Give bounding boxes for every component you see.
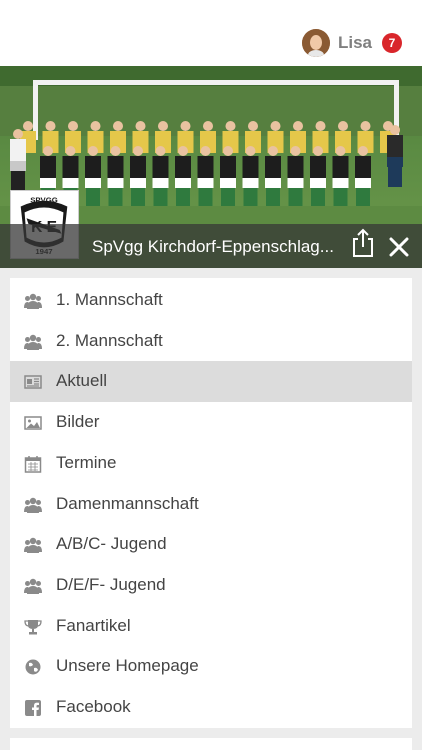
menu-item-termine[interactable]: Termine (10, 443, 412, 484)
team-icon (24, 292, 42, 310)
logo-top-text: SPVGG (30, 196, 58, 205)
top-bar: Lisa 7 (0, 0, 422, 66)
menu-item-label: A/B/C- Jugend (56, 534, 167, 554)
user-profile[interactable]: Lisa 7 (301, 29, 402, 57)
menu-item-label: Aktuell (56, 371, 108, 391)
menu-item-damenmannschaft[interactable]: Damenmannschaft (10, 484, 412, 525)
menu-item-unsere-homepage[interactable]: Unsere Homepage (10, 646, 412, 687)
avatar[interactable] (301, 29, 330, 57)
menu-footer (10, 738, 412, 750)
menu-item-2-mannschaft[interactable]: 2. Mannschaft (10, 321, 412, 362)
menu-item-bilder[interactable]: Bilder (10, 402, 412, 443)
team-photo-header: SPVGG K E 1947 SpVgg Kirchdorf-Eppenschl… (0, 66, 422, 268)
team-icon (24, 496, 42, 514)
globe-icon (24, 658, 42, 676)
team-icon (24, 333, 42, 351)
menu-item-1-mannschaft[interactable]: 1. Mannschaft (10, 280, 412, 321)
facebook-icon (24, 699, 42, 717)
image-icon (24, 414, 42, 432)
menu-item-label: 2. Mannschaft (56, 330, 163, 350)
menu-item-d-e-f-jugend[interactable]: D/E/F- Jugend (10, 565, 412, 606)
menu-item-label: Termine (56, 452, 117, 472)
menu-item-label: D/E/F- Jugend (56, 574, 166, 594)
menu-item-label: Fanartikel (56, 615, 131, 635)
club-name: SpVgg Kirchdorf-Eppenschlag... (92, 237, 334, 256)
menu-item-facebook[interactable]: Facebook (10, 687, 412, 728)
notification-badge[interactable]: 7 (382, 33, 402, 53)
menu-item-label: 1. Mannschaft (56, 290, 163, 309)
menu-item-label: Damenmannschaft (56, 493, 199, 513)
calendar-icon (24, 455, 42, 473)
menu-item-label: Facebook (56, 697, 131, 716)
team-icon (24, 577, 42, 595)
menu-item-fanartikel[interactable]: Fanartikel (10, 606, 412, 647)
side-menu: 1. Mannschaft 2. Mannschaft Aktuell Bilder T… (10, 278, 412, 728)
share-icon[interactable] (350, 228, 376, 258)
menu-item-a-b-c-jugend[interactable]: A/B/C- Jugend (10, 524, 412, 565)
menu-item-label: Unsere Homepage (56, 656, 199, 676)
menu-item-label: Bilder (56, 412, 100, 432)
team-icon (24, 536, 42, 554)
menu-item-aktuell[interactable]: Aktuell (10, 361, 412, 403)
trophy-icon (24, 618, 42, 636)
news-icon (24, 373, 42, 391)
close-icon[interactable] (388, 236, 410, 258)
user-name[interactable]: Lisa (338, 33, 372, 53)
